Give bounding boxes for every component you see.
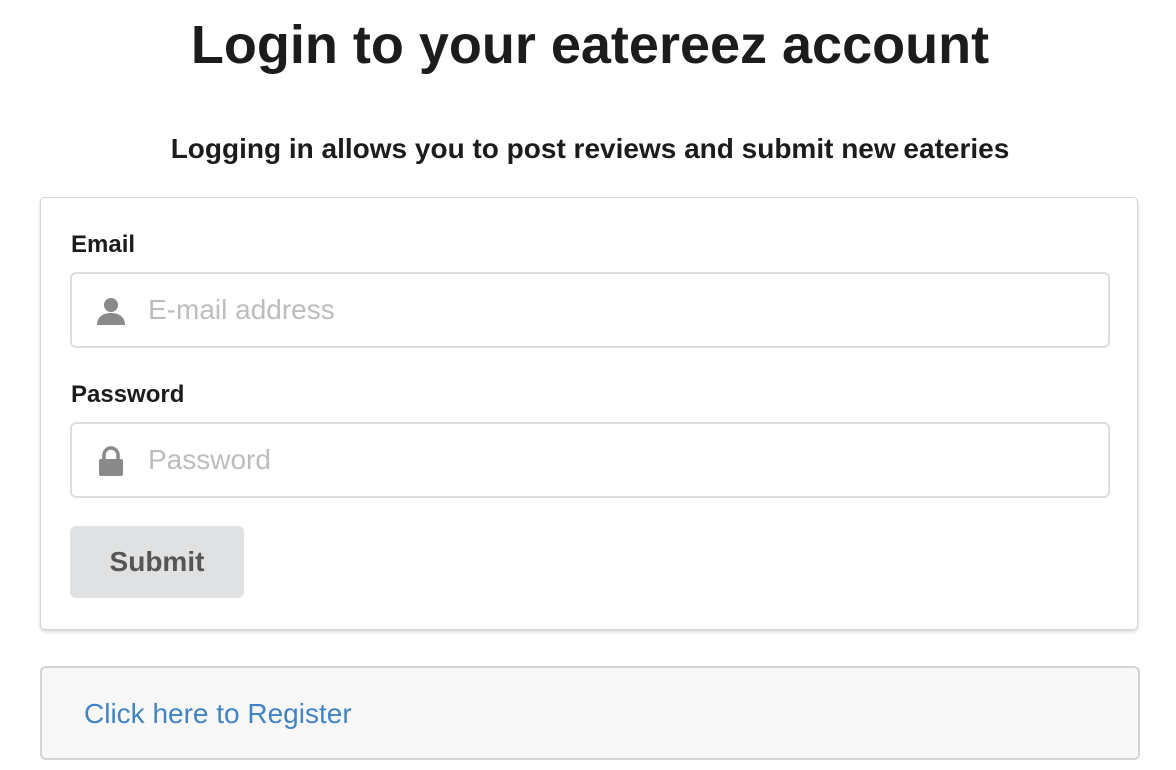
email-input[interactable]: [148, 274, 1098, 346]
page-subtitle: Logging in allows you to post reviews an…: [170, 133, 1010, 164]
page-title: Login to your eatereez account: [190, 15, 990, 75]
submit-button[interactable]: Submit: [70, 526, 244, 598]
login-page: Login to your eatereez account Logging i…: [0, 0, 1176, 770]
password-label: Password: [71, 381, 185, 408]
password-field-wrapper: [70, 422, 1110, 498]
email-field-wrapper: [70, 272, 1110, 348]
register-message: Click here to Register: [40, 666, 1140, 760]
login-form: Email Password Submit: [40, 197, 1138, 630]
password-input[interactable]: [148, 424, 1098, 496]
email-label: Email: [71, 231, 136, 258]
register-link[interactable]: Click here to Register: [84, 696, 352, 732]
lock-icon: [96, 446, 126, 476]
user-icon: [96, 296, 126, 326]
